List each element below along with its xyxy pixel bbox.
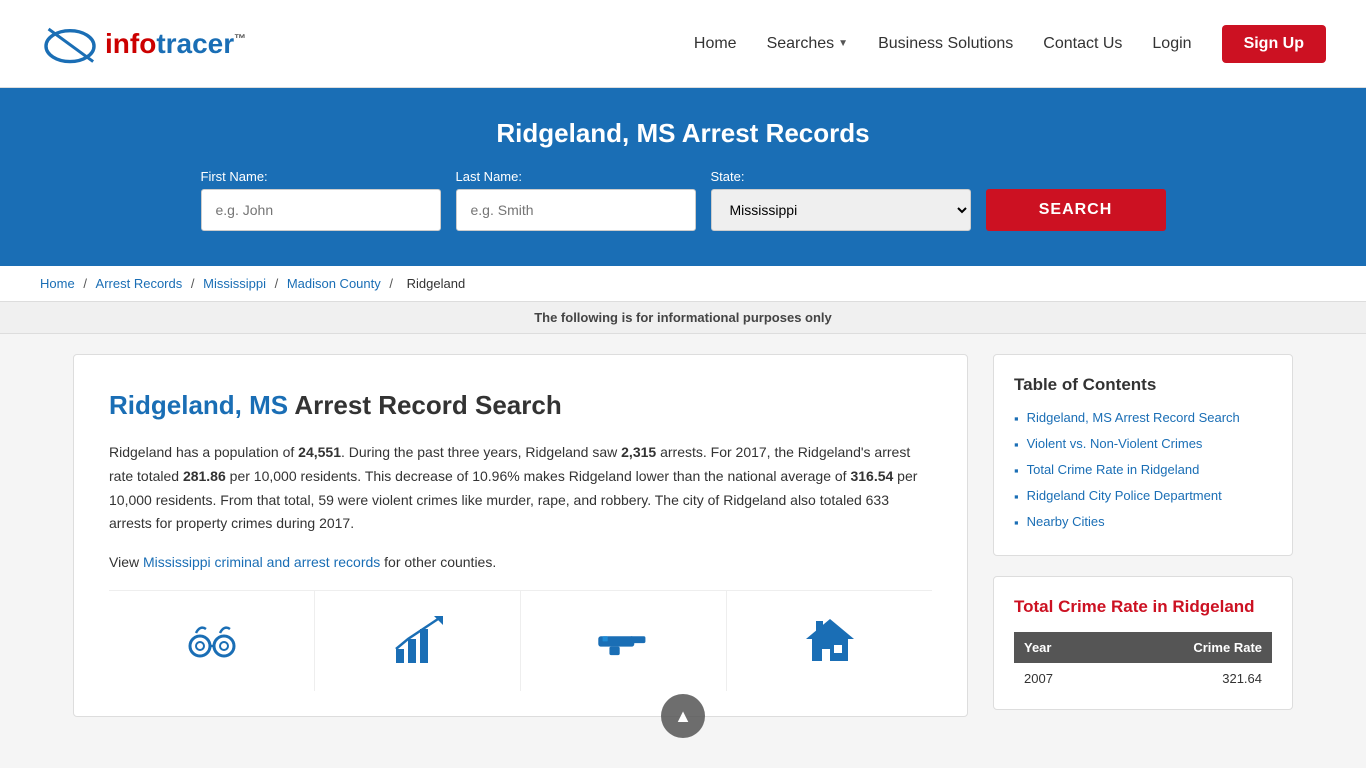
toc-link[interactable]: Total Crime Rate in Ridgeland	[1027, 462, 1200, 477]
breadcrumb-home[interactable]: Home	[40, 276, 75, 291]
crime-year-cell: 2007	[1014, 663, 1106, 694]
info-notice: The following is for informational purpo…	[0, 302, 1366, 334]
state-group: State: AlabamaAlaskaArizonaArkansasCalif…	[711, 169, 971, 231]
body-text-1: Ridgeland has a population of	[109, 444, 298, 460]
state-select[interactable]: AlabamaAlaskaArizonaArkansasCaliforniaCo…	[711, 189, 971, 231]
crime-table-body: 2007321.64	[1014, 663, 1272, 694]
toc-link[interactable]: Violent vs. Non-Violent Crimes	[1027, 436, 1203, 451]
logo[interactable]: infotracer™	[40, 19, 246, 69]
crime-chart-icon	[388, 611, 448, 671]
house-cell	[727, 591, 932, 691]
toc-list: Ridgeland, MS Arrest Record Search Violen…	[1014, 410, 1272, 530]
nav-contact-us[interactable]: Contact Us	[1043, 35, 1122, 53]
view-text-1: View	[109, 554, 143, 570]
breadcrumb-sep-4: /	[389, 276, 396, 291]
toc-link[interactable]: Ridgeland, MS Arrest Record Search	[1027, 410, 1240, 425]
crime-rate-heading: Total Crime Rate in Ridgeland	[1014, 597, 1272, 617]
arrests-value: 2,315	[621, 444, 656, 460]
breadcrumb: Home / Arrest Records / Mississippi / Ma…	[0, 266, 1366, 302]
breadcrumb-sep-2: /	[191, 276, 198, 291]
crime-rate-cell: 321.64	[1106, 663, 1272, 694]
nav-home[interactable]: Home	[694, 35, 737, 53]
article: Ridgeland, MS Arrest Record Search Ridge…	[73, 354, 968, 717]
crime-table-row: 2007321.64	[1014, 663, 1272, 694]
handcuffs-icon	[182, 611, 242, 671]
toc-item: Total Crime Rate in Ridgeland	[1014, 462, 1272, 478]
breadcrumb-madison-county[interactable]: Madison County	[287, 276, 381, 291]
breadcrumb-mississippi[interactable]: Mississippi	[203, 276, 266, 291]
logo-text: infotracer™	[105, 28, 246, 60]
article-title: Ridgeland, MS Arrest Record Search	[109, 390, 932, 421]
arrest-rate-value: 281.86	[183, 468, 226, 484]
icon-row	[109, 590, 932, 691]
toc-item: Ridgeland, MS Arrest Record Search	[1014, 410, 1272, 426]
crime-rate-box: Total Crime Rate in Ridgeland Year Crime…	[993, 576, 1293, 710]
body-text-2: . During the past three years, Ridgeland…	[341, 444, 621, 460]
breadcrumb-current: Ridgeland	[407, 276, 466, 291]
first-name-label: First Name:	[201, 169, 441, 184]
sidebar: Table of Contents Ridgeland, MS Arrest R…	[993, 354, 1293, 710]
body-text-4: per 10,000 residents. This decrease of 1…	[226, 468, 851, 484]
toc-heading: Table of Contents	[1014, 375, 1272, 395]
toc-link[interactable]: Nearby Cities	[1027, 514, 1105, 529]
view-text-2: for other counties.	[380, 554, 496, 570]
view-records-link[interactable]: Mississippi criminal and arrest records	[143, 554, 380, 570]
site-header: infotracer™ Home Searches ▼ Business Sol…	[0, 0, 1366, 88]
population-value: 24,551	[298, 444, 341, 460]
first-name-group: First Name:	[201, 169, 441, 231]
login-button[interactable]: Login	[1152, 35, 1191, 53]
nav-searches[interactable]: Searches ▼	[767, 35, 849, 53]
article-title-highlight: Ridgeland, MS	[109, 390, 288, 420]
gun-cell	[521, 591, 727, 691]
logo-swoosh-icon	[40, 19, 100, 69]
first-name-input[interactable]	[201, 189, 441, 231]
signup-button[interactable]: Sign Up	[1222, 25, 1326, 63]
search-button[interactable]: SEARCH	[986, 189, 1166, 231]
hero-title: Ridgeland, MS Arrest Records	[40, 118, 1326, 149]
scroll-top-button[interactable]: ▲	[661, 694, 705, 738]
toc-link[interactable]: Ridgeland City Police Department	[1027, 488, 1222, 503]
view-records-para: View Mississippi criminal and arrest rec…	[109, 551, 932, 575]
breadcrumb-arrest-records[interactable]: Arrest Records	[96, 276, 183, 291]
breadcrumb-sep-3: /	[275, 276, 282, 291]
crime-rate-table: Year Crime Rate 2007321.64	[1014, 632, 1272, 694]
main-nav: Home Searches ▼ Business Solutions Conta…	[694, 25, 1326, 63]
breadcrumb-sep-1: /	[83, 276, 90, 291]
last-name-label: Last Name:	[456, 169, 696, 184]
main-content: Ridgeland, MS Arrest Record Search Ridge…	[43, 354, 1323, 717]
nav-business-solutions[interactable]: Business Solutions	[878, 35, 1013, 53]
article-body: Ridgeland has a population of 24,551. Du…	[109, 441, 932, 536]
toc-item: Ridgeland City Police Department	[1014, 488, 1272, 504]
crime-table-header-row: Year Crime Rate	[1014, 632, 1272, 663]
handcuffs-cell	[109, 591, 315, 691]
col-rate-header: Crime Rate	[1106, 632, 1272, 663]
toc-item: Nearby Cities	[1014, 514, 1272, 530]
state-label: State:	[711, 169, 971, 184]
col-year-header: Year	[1014, 632, 1106, 663]
toc-box: Table of Contents Ridgeland, MS Arrest R…	[993, 354, 1293, 556]
gun-icon	[594, 611, 654, 671]
national-avg-value: 316.54	[850, 468, 893, 484]
last-name-group: Last Name:	[456, 169, 696, 231]
house-icon	[800, 611, 860, 671]
search-form: First Name: Last Name: State: AlabamaAla…	[193, 169, 1173, 231]
searches-dropdown-icon: ▼	[838, 38, 848, 49]
toc-item: Violent vs. Non-Violent Crimes	[1014, 436, 1272, 452]
article-title-rest: Arrest Record Search	[288, 390, 562, 420]
last-name-input[interactable]	[456, 189, 696, 231]
hero-section: Ridgeland, MS Arrest Records First Name:…	[0, 88, 1366, 266]
crime-chart-cell	[315, 591, 521, 691]
